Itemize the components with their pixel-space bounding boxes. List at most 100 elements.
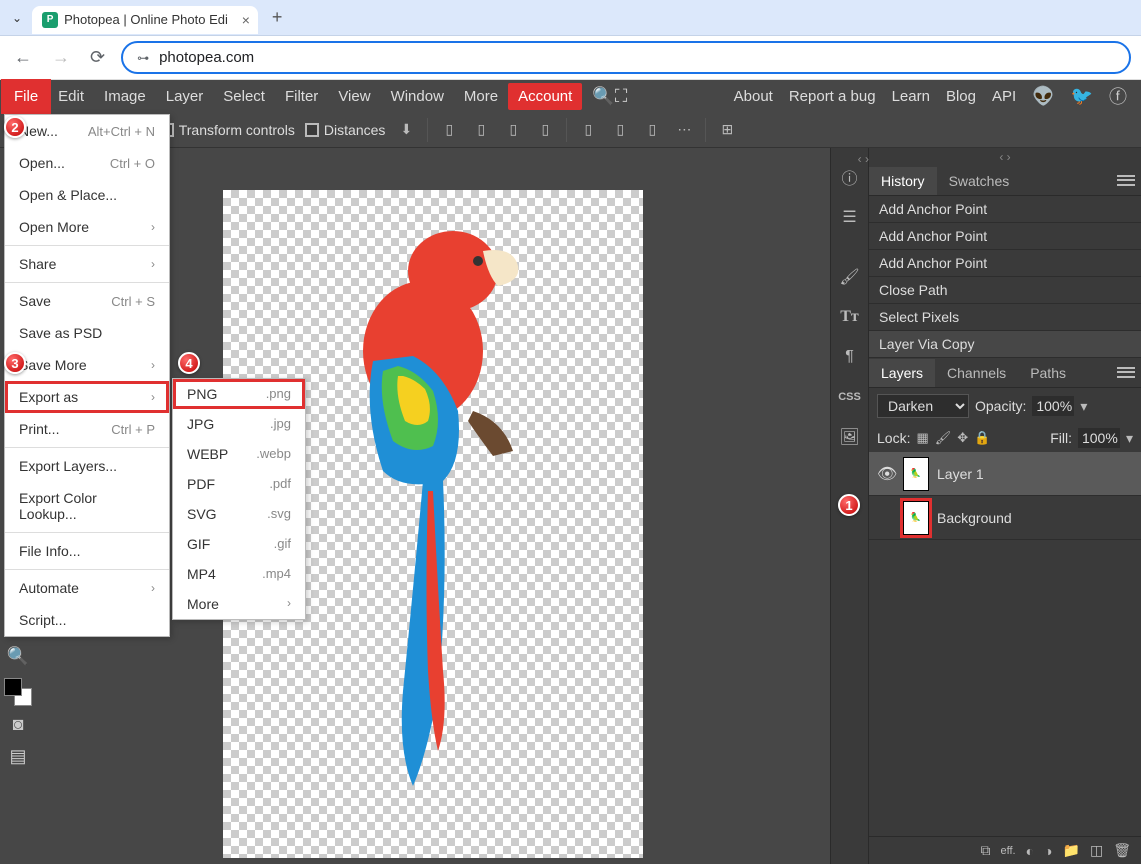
distribute-v-icon[interactable]: ▯ (609, 119, 631, 141)
export-jpg[interactable]: JPG.jpg (173, 409, 305, 439)
layer-row[interactable]: 👁 🦜 Layer 1 (869, 452, 1141, 496)
color-swatches[interactable] (4, 678, 32, 706)
screen-mode-icon[interactable]: ▤ (4, 742, 32, 770)
new-layer-icon[interactable]: ◫ (1090, 842, 1103, 859)
zoom-tool-icon[interactable]: 🔍 (4, 642, 32, 670)
align-center-h-icon[interactable]: ▯ (470, 119, 492, 141)
fill-dropdown-icon[interactable]: ▾ (1126, 430, 1133, 447)
visibility-icon[interactable]: 👁 (877, 464, 895, 484)
lock-transparency-icon[interactable]: ▦ (916, 430, 928, 446)
fill-value[interactable]: 100% (1078, 428, 1120, 448)
export-svg[interactable]: SVG.svg (173, 499, 305, 529)
grid-icon[interactable]: ⊞ (716, 119, 738, 141)
menu-edit[interactable]: Edit (48, 82, 94, 111)
menu-select[interactable]: Select (213, 82, 275, 111)
character-panel-icon[interactable]: Tт (837, 304, 863, 330)
layer-thumbnail[interactable]: 🦜 (903, 457, 929, 491)
distribute-spacing-icon[interactable]: ▯ (641, 119, 663, 141)
panel-menu-button[interactable] (1117, 366, 1135, 380)
menu-save[interactable]: SaveCtrl + S (5, 285, 169, 317)
menu-save-psd[interactable]: Save as PSD (5, 317, 169, 349)
menu-account[interactable]: Account (508, 83, 582, 110)
menu-print[interactable]: Print...Ctrl + P (5, 413, 169, 445)
quick-mask-icon[interactable]: ◙ (4, 710, 32, 738)
history-item[interactable]: Add Anchor Point (869, 196, 1141, 223)
export-more[interactable]: More› (173, 589, 305, 619)
menu-more[interactable]: More (454, 82, 508, 111)
menu-export-as[interactable]: Export as› (5, 381, 169, 413)
menu-layer[interactable]: Layer (156, 82, 214, 111)
layer-row[interactable]: 🦜 Background (869, 496, 1141, 540)
link-layers-icon[interactable]: ⧉ (981, 842, 991, 859)
tab-layers[interactable]: Layers (869, 359, 935, 387)
export-pdf[interactable]: PDF.pdf (173, 469, 305, 499)
adjustment-layer-icon[interactable]: ◑ (1044, 843, 1052, 859)
menu-open[interactable]: Open...Ctrl + O (5, 147, 169, 179)
export-gif[interactable]: GIF.gif (173, 529, 305, 559)
tab-paths[interactable]: Paths (1018, 359, 1078, 387)
adjustments-panel-icon[interactable]: ☰ (837, 204, 863, 230)
lock-pixels-icon[interactable]: 🖌 (935, 430, 952, 446)
layer-name[interactable]: Background (937, 510, 1012, 526)
link-blog[interactable]: Blog (946, 88, 976, 105)
info-panel-icon[interactable]: ⓘ (837, 164, 863, 190)
layer-mask-icon[interactable]: ◐ (1026, 843, 1034, 859)
menu-automate[interactable]: Automate› (5, 572, 169, 604)
layer-effects-icon[interactable]: eff. (1001, 845, 1016, 857)
menu-export-color-lookup[interactable]: Export Color Lookup... (5, 482, 169, 530)
back-button[interactable]: ← (10, 43, 36, 72)
align-top-icon[interactable]: ▯ (534, 119, 556, 141)
menu-view[interactable]: View (328, 82, 380, 111)
fullscreen-icon[interactable]: ⛶ (615, 86, 628, 107)
link-report-bug[interactable]: Report a bug (789, 88, 876, 105)
menu-file-info[interactable]: File Info... (5, 535, 169, 567)
link-about[interactable]: About (734, 88, 773, 105)
tab-list-dropdown[interactable]: ⌄ (8, 11, 26, 25)
url-input[interactable]: ⊶ photopea.com (121, 41, 1131, 74)
history-item[interactable]: Layer Via Copy (869, 331, 1141, 358)
menu-window[interactable]: Window (381, 82, 454, 111)
close-tab-icon[interactable]: × (242, 12, 250, 28)
opacity-value[interactable]: 100% (1032, 396, 1074, 416)
tab-channels[interactable]: Channels (935, 359, 1018, 387)
transform-controls-checkbox[interactable]: Transform controls (160, 122, 295, 138)
tab-swatches[interactable]: Swatches (937, 167, 1022, 195)
reload-button[interactable]: ⟳ (86, 43, 109, 72)
history-item[interactable]: Select Pixels (869, 304, 1141, 331)
link-learn[interactable]: Learn (892, 88, 930, 105)
panel-menu-button[interactable] (1117, 174, 1135, 188)
menu-file[interactable]: File (4, 82, 48, 111)
menu-open-more[interactable]: Open More› (5, 211, 169, 243)
menu-share[interactable]: Share› (5, 248, 169, 280)
twitter-icon[interactable]: 🐦 (1071, 86, 1093, 107)
brush-panel-icon[interactable]: 🖌 (837, 264, 863, 290)
export-png[interactable]: PNG.png (173, 379, 305, 409)
history-item[interactable]: Add Anchor Point (869, 223, 1141, 250)
distribute-h-icon[interactable]: ▯ (577, 119, 599, 141)
align-left-icon[interactable]: ▯ (438, 119, 460, 141)
lock-all-icon[interactable]: 🔒 (974, 430, 990, 446)
panel-resize-handle[interactable]: ‹ › (869, 148, 1141, 166)
history-item[interactable]: Close Path (869, 277, 1141, 304)
menu-image[interactable]: Image (94, 82, 156, 111)
column-resize-handle[interactable]: ‹ › (858, 152, 869, 166)
distances-checkbox[interactable]: Distances (305, 122, 385, 138)
delete-layer-icon[interactable]: 🗑 (1113, 842, 1131, 859)
download-icon[interactable]: ⬇ (395, 119, 417, 141)
blend-mode-select[interactable]: Darken (877, 394, 969, 418)
new-folder-icon[interactable]: 📁 (1063, 842, 1080, 859)
tab-history[interactable]: History (869, 167, 937, 195)
layer-thumbnail[interactable]: 🦜 (903, 501, 929, 535)
reddit-icon[interactable]: 👽 (1032, 86, 1054, 107)
new-tab-button[interactable]: + (264, 7, 291, 28)
link-api[interactable]: API (992, 88, 1016, 105)
more-options-icon[interactable]: ⋯ (673, 119, 695, 141)
facebook-icon[interactable]: ⓕ (1109, 83, 1127, 109)
menu-filter[interactable]: Filter (275, 82, 328, 111)
menu-export-layers[interactable]: Export Layers... (5, 450, 169, 482)
menu-script[interactable]: Script... (5, 604, 169, 636)
menu-new[interactable]: New...Alt+Ctrl + N (5, 115, 169, 147)
foreground-color-swatch[interactable] (4, 678, 22, 696)
forward-button[interactable]: → (48, 43, 74, 72)
history-item[interactable]: Add Anchor Point (869, 250, 1141, 277)
